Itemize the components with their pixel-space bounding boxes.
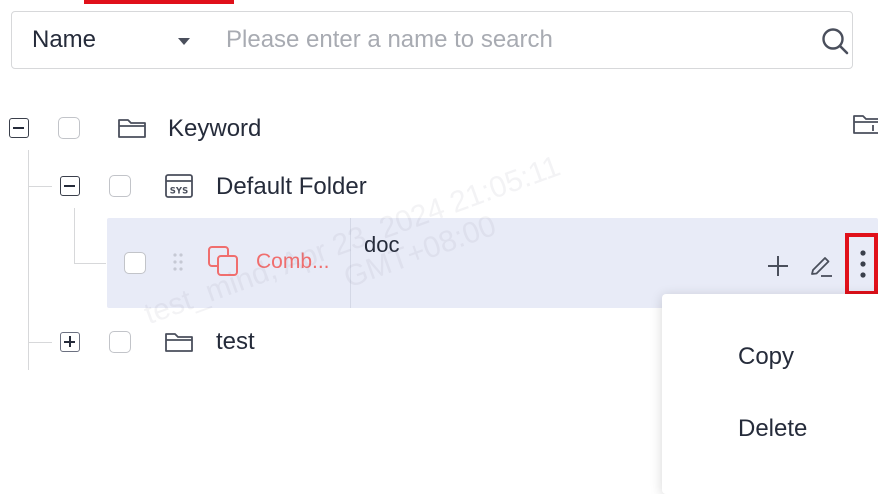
node-checkbox[interactable] <box>109 331 131 353</box>
tree-guide-line <box>28 186 52 187</box>
system-folder-icon-text: SYS <box>170 187 188 197</box>
more-button-highlight <box>845 233 878 295</box>
menu-item-label: Copy <box>738 343 795 370</box>
node-label: Comb... <box>256 250 330 273</box>
menu-item-label: Delete <box>738 415 808 442</box>
node-label: test <box>216 328 255 355</box>
drag-handle-icon[interactable] <box>172 252 184 272</box>
collapse-toggle[interactable] <box>9 118 29 138</box>
folder-icon <box>165 333 193 352</box>
tree-guide-line <box>74 263 106 264</box>
search-input[interactable] <box>226 20 786 60</box>
edit-icon[interactable] <box>808 252 834 278</box>
node-checkbox[interactable] <box>109 175 131 197</box>
search-bar: Name <box>11 11 853 69</box>
context-menu: Copy Delete <box>662 294 878 494</box>
search-field-label: Name <box>32 26 97 53</box>
tree-guide-line <box>28 342 52 343</box>
search-field-select[interactable]: Name <box>12 12 212 68</box>
menu-item-delete[interactable]: Delete <box>662 400 878 456</box>
node-label: Keyword <box>168 115 262 142</box>
node-description: doc <box>364 232 400 257</box>
caret-down-icon <box>178 38 190 45</box>
column-divider <box>350 218 351 308</box>
combination-icon <box>208 246 238 276</box>
folder-icon <box>118 119 146 138</box>
collapse-toggle[interactable] <box>60 176 80 196</box>
add-icon[interactable] <box>766 254 790 278</box>
system-folder-icon: SYS <box>165 174 193 198</box>
node-checkbox[interactable] <box>124 252 146 274</box>
menu-item-copy[interactable]: Copy <box>662 328 878 384</box>
expand-toggle[interactable] <box>60 332 80 352</box>
search-icon[interactable] <box>820 26 850 56</box>
add-folder-icon[interactable] <box>852 112 878 136</box>
tree-guide-line <box>28 150 29 370</box>
tree-guide-line <box>74 208 75 264</box>
node-label: Default Folder <box>216 173 367 200</box>
node-checkbox[interactable] <box>58 117 80 139</box>
highlight-marker <box>84 0 234 4</box>
